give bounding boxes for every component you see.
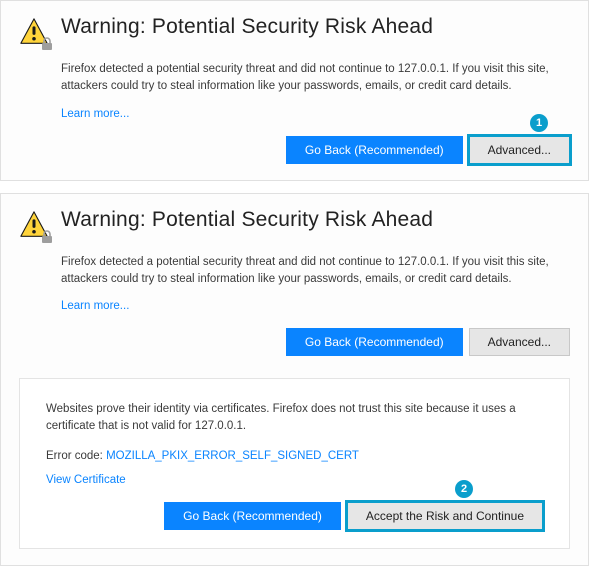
warning-title: Warning: Potential Security Risk Ahead xyxy=(61,208,433,232)
warning-title: Warning: Potential Security Risk Ahead xyxy=(61,15,433,39)
error-code-link[interactable]: MOZILLA_PKIX_ERROR_SELF_SIGNED_CERT xyxy=(106,450,359,462)
warning-icon xyxy=(19,210,49,240)
go-back-button-2[interactable]: Go Back (Recommended) xyxy=(164,502,341,530)
advanced-button[interactable]: Advanced... xyxy=(469,328,570,356)
details-description: Websites prove their identity via certif… xyxy=(46,401,543,436)
warning-description: Firefox detected a potential security th… xyxy=(61,61,570,96)
error-code-label: Error code: xyxy=(46,450,106,462)
warning-content: Firefox detected a potential security th… xyxy=(61,61,570,164)
button-row: Go Back (Recommended) Advanced... xyxy=(61,328,570,356)
callout-badge-2: 2 xyxy=(455,480,473,498)
warning-panel-2: Warning: Potential Security Risk Ahead F… xyxy=(0,193,589,566)
accept-risk-button[interactable]: Accept the Risk and Continue xyxy=(347,502,543,530)
lock-icon xyxy=(41,230,53,244)
warning-description: Firefox detected a potential security th… xyxy=(61,254,570,289)
learn-more-link[interactable]: Learn more... xyxy=(61,108,129,120)
header-row: Warning: Potential Security Risk Ahead xyxy=(19,15,570,47)
view-certificate-link[interactable]: View Certificate xyxy=(46,474,126,486)
learn-more-link[interactable]: Learn more... xyxy=(61,300,129,312)
advanced-button[interactable]: Advanced... xyxy=(469,136,570,164)
error-code-line: Error code: MOZILLA_PKIX_ERROR_SELF_SIGN… xyxy=(46,450,543,462)
callout-badge-1: 1 xyxy=(530,114,548,132)
go-back-button[interactable]: Go Back (Recommended) xyxy=(286,136,463,164)
warning-panel-1: Warning: Potential Security Risk Ahead F… xyxy=(0,0,589,181)
go-back-button[interactable]: Go Back (Recommended) xyxy=(286,328,463,356)
header-row: Warning: Potential Security Risk Ahead xyxy=(19,208,570,240)
warning-content: Firefox detected a potential security th… xyxy=(61,254,570,357)
certificate-details: Websites prove their identity via certif… xyxy=(19,378,570,549)
warning-icon xyxy=(19,17,49,47)
lock-icon xyxy=(41,37,53,51)
button-row: 1 Go Back (Recommended) Advanced... xyxy=(61,136,570,164)
details-button-row: 2 Go Back (Recommended) Accept the Risk … xyxy=(46,502,543,530)
